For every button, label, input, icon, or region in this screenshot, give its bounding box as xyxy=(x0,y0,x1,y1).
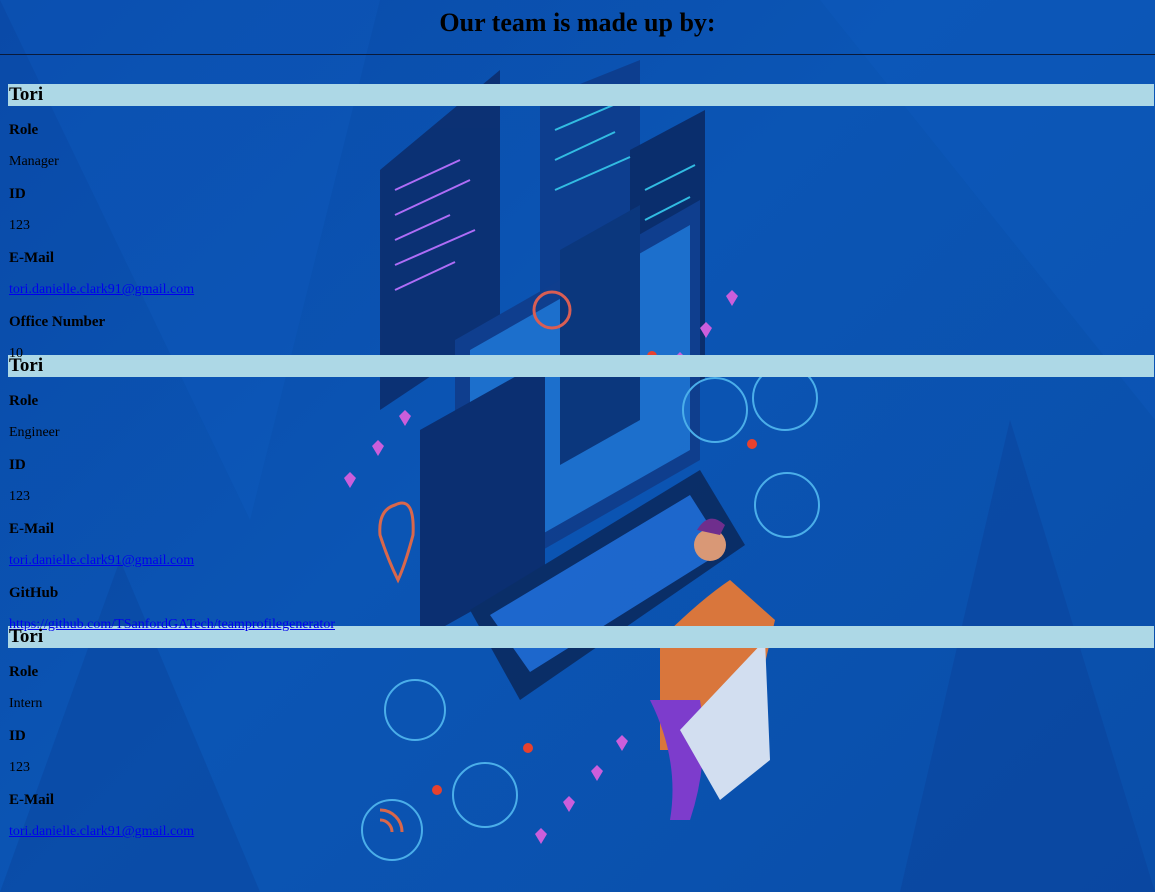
field-label-role: Role xyxy=(9,393,39,409)
field-value-id: 123 xyxy=(9,218,30,233)
field-label-id: ID xyxy=(9,457,26,473)
field-label-email: E-Mail xyxy=(9,792,54,808)
email-field-row: tori.danielle.clark91@gmail.com xyxy=(9,808,1155,840)
email-link[interactable]: tori.danielle.clark91@gmail.com xyxy=(9,824,194,839)
field-value-role: Intern xyxy=(9,696,43,711)
field-label-office-number: Office Number xyxy=(9,314,106,330)
field-label-role: Role xyxy=(9,664,39,680)
team-member-card: Tori Role Engineer ID 123 E-Mail tori.da… xyxy=(0,355,1155,632)
page-header: Our team is made up by: xyxy=(0,0,1155,55)
field-label-role: Role xyxy=(9,122,39,138)
email-link[interactable]: tori.danielle.clark91@gmail.com xyxy=(9,553,194,568)
field-value-role: Manager xyxy=(9,154,59,169)
member-name: Tori xyxy=(8,355,1154,377)
email-link[interactable]: tori.danielle.clark91@gmail.com xyxy=(9,282,194,297)
github-link[interactable]: https://github.com/TSanfordGATech/teampr… xyxy=(9,617,335,632)
field-label-id: ID xyxy=(9,728,26,744)
field-value-id: 123 xyxy=(9,489,30,504)
email-field-row: tori.danielle.clark91@gmail.com xyxy=(9,266,1155,298)
field-value-office-number: 10 xyxy=(9,346,23,361)
field-label-email: E-Mail xyxy=(9,250,54,266)
email-field-row: tori.danielle.clark91@gmail.com xyxy=(9,537,1155,569)
field-value-id: 123 xyxy=(9,760,30,775)
team-list: Tori Role Manager ID 123 E-Mail tori.dan… xyxy=(0,55,1155,840)
page-title: Our team is made up by: xyxy=(439,8,716,37)
team-member-card: Tori Role Intern ID 123 E-Mail tori.dani… xyxy=(0,626,1155,840)
field-value-role: Engineer xyxy=(9,425,60,440)
field-label-email: E-Mail xyxy=(9,521,54,537)
member-name: Tori xyxy=(8,84,1154,106)
team-member-card: Tori Role Manager ID 123 E-Mail tori.dan… xyxy=(0,84,1155,361)
field-label-github: GitHub xyxy=(9,585,59,601)
field-label-id: ID xyxy=(9,186,26,202)
github-field-row: https://github.com/TSanfordGATech/teampr… xyxy=(9,601,1155,632)
